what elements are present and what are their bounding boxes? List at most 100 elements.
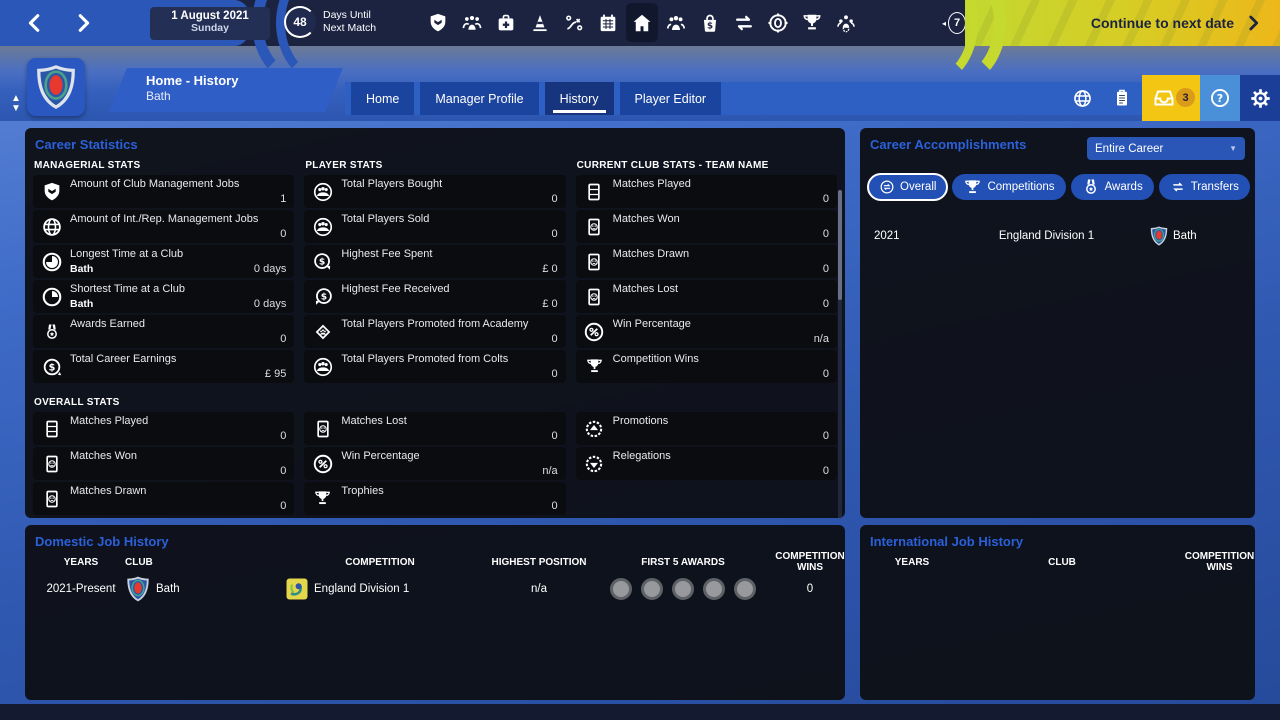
stat-label: Total Players Sold [341,213,557,225]
notes-button[interactable] [1102,75,1142,121]
accomplishment-year: 2021 [874,230,944,242]
stat-label: Matches Lost [341,415,557,427]
academy-diamond-icon [304,315,341,348]
accomplishments-tab-competitions[interactable]: Competitions [952,174,1065,200]
stat-value: 0 [823,228,829,240]
home-icon[interactable] [628,5,656,40]
stat-row: Total Players Promoted from Academy0 [304,315,565,348]
stat-label: Matches Drawn [613,248,829,260]
stat-row: Longest Time at a ClubBath0 days [33,245,294,278]
accomplishments-tab-transfers[interactable]: Transfers [1159,174,1250,200]
help-button[interactable]: ? [1200,75,1240,121]
clipboard-icon [1112,88,1132,108]
stat-label: Highest Fee Spent [341,248,557,260]
career-statistics-title: Career Statistics [25,128,845,152]
column-header: COMPETITION WINS [1172,551,1267,573]
stat-row: Awards Earned0 [33,315,294,348]
stat-label: Matches Won [70,450,286,462]
back-button[interactable] [18,7,52,39]
stat-row: Matches Played0 [33,412,294,445]
section-heading: OVERALL STATS [33,395,294,412]
award-slot-icon [672,578,694,600]
job-club: Bath [125,576,285,602]
clock-short-icon [33,280,70,313]
stat-label: Total Career Earnings [70,353,286,365]
inbox-button[interactable]: 3 [1142,75,1200,121]
scrollbar-thumb[interactable] [838,190,842,300]
continue-label: Continue to next date [1091,15,1234,31]
medal-icon [1082,178,1100,196]
stat-row: Relegations0 [576,447,837,480]
card-won-icon [576,210,613,243]
tactics-icon[interactable] [560,5,588,40]
current-date: 1 August 2021 [150,10,270,22]
tab-manager-profile[interactable]: Manager Profile [420,82,538,115]
accomplishments-tab-overall[interactable]: Overall [868,174,947,200]
tab-home[interactable]: Home [351,82,414,115]
club-development-icon[interactable] [832,5,860,40]
team-icon[interactable] [458,5,486,40]
stat-value: 0 [823,298,829,310]
transfers-icon[interactable] [730,5,758,40]
stat-row: Matches Lost0 [576,280,837,313]
stat-row: Win Percentagen/a [576,315,837,348]
calendar-icon[interactable] [594,5,622,40]
continue-button[interactable]: Continue to next date [965,0,1280,46]
accomplishments-tab-awards[interactable]: Awards [1071,174,1154,200]
section-heading: CURRENT CLUB STATS - TEAM NAME [576,158,837,175]
training-cone-icon[interactable] [526,5,554,40]
stat-value: 0 [823,430,829,442]
domestic-history-header: YEARSCLUBCOMPETITIONHIGHEST POSITIONFIRS… [25,551,845,567]
accomplishment-row: 2021England Division 1Bath [860,224,1255,248]
world-button[interactable] [1062,75,1102,121]
tab-history[interactable]: History [545,82,614,115]
date-display[interactable]: 1 August 2021 Sunday [150,7,270,40]
stat-label: Amount of Club Management Jobs [70,178,286,190]
trophy-icon [963,178,982,197]
card-drawn-icon [576,245,613,278]
stat-value: 0 [552,430,558,442]
shield-icon [33,175,70,208]
column-header: CLUB [125,557,285,568]
settings-button[interactable] [1240,75,1280,121]
job-competition: England Division 1 [285,577,475,601]
page-subtitle: Bath [118,89,334,103]
finances-icon[interactable]: $ [696,5,724,40]
players-icon [304,350,341,383]
percent-icon [576,315,613,348]
shield-icon[interactable] [424,5,452,40]
job-competition-wins: 0 [763,583,857,595]
award-slot-icon [734,578,756,600]
competitions-trophy-icon[interactable] [798,5,826,40]
column-header: FIRST 5 AWARDS [603,557,763,568]
earnings-icon: $ [33,350,70,383]
tab-player-editor[interactable]: Player Editor [620,82,722,115]
column-header: COMPETITION WINS [763,551,857,573]
stat-value: 1 [280,193,286,205]
accomplishments-tab-bar: OverallCompetitionsAwardsTransfers [860,160,1255,200]
svg-text:$: $ [321,291,327,302]
stat-value: n/a [542,465,557,477]
expand-collapse-toggle[interactable]: ▲ ▼ [6,94,26,118]
first-5-awards [603,578,763,600]
scouting-target-icon[interactable] [764,5,792,40]
stat-value: 0 [552,500,558,512]
stat-label: Matches Played [613,178,829,190]
medical-icon[interactable] [492,5,520,40]
forward-button[interactable] [66,7,100,39]
stat-sublabel: Bath [70,263,93,275]
club-crest-icon [125,576,151,602]
stat-label: Highest Fee Received [341,283,557,295]
stat-value: 0 [280,228,286,240]
stat-value: £ 95 [265,368,286,380]
scrollbar[interactable] [838,190,842,520]
squad-icon[interactable] [662,5,690,40]
career-accomplishments-panel: Career Accomplishments Entire Career ▼ O… [860,128,1255,518]
notif-prev-icon: ◂ [942,19,946,28]
svg-text:$: $ [319,256,325,267]
award-slot-icon [641,578,663,600]
notification-count: 7 [948,12,966,34]
column-header: CLUB [952,557,1172,568]
career-filter-dropdown[interactable]: Entire Career ▼ [1087,137,1245,160]
club-badge[interactable] [27,58,85,116]
